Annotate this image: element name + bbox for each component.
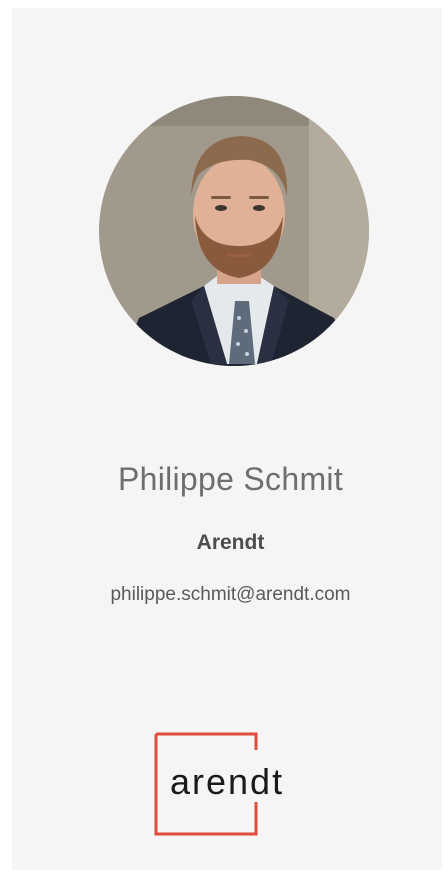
email-link[interactable]: philippe.schmit@arendt.com xyxy=(12,584,443,606)
company-name: Arendt xyxy=(196,531,265,554)
arendt-logo-mark: arendt xyxy=(154,732,284,836)
avatar xyxy=(99,96,369,366)
company-logo: arendt xyxy=(154,732,334,836)
person-name: Philippe Schmit xyxy=(117,461,344,497)
profile-card: Philippe Schmit Arendt philippe.schmit@a… xyxy=(12,8,442,870)
portrait-photo xyxy=(99,96,369,366)
logo-wordmark: arendt xyxy=(170,761,284,802)
